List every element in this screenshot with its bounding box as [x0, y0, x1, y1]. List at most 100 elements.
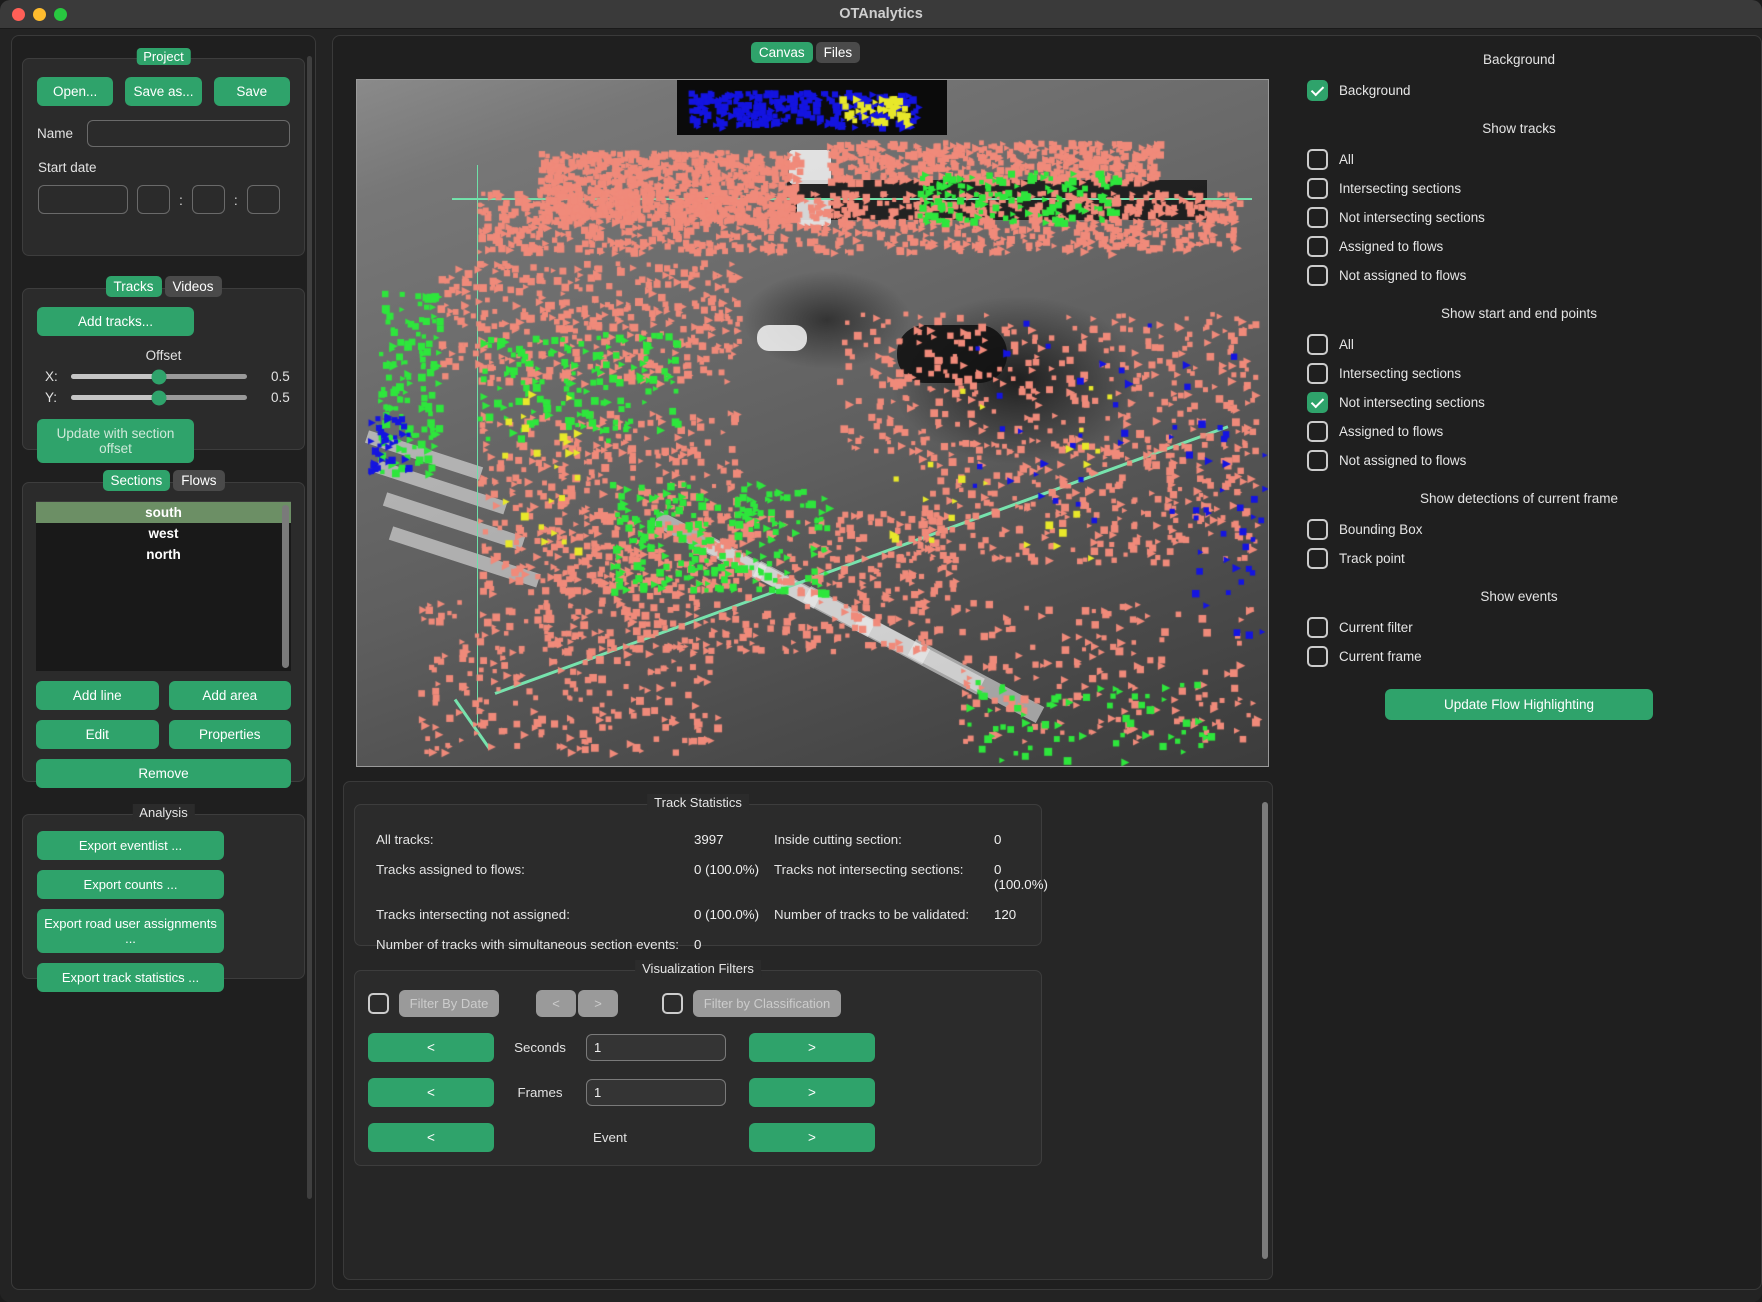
tracks-not-intersecting-checkbox[interactable] [1307, 207, 1328, 228]
checkbox-row-points-intersecting[interactable]: Intersecting sections [1285, 359, 1753, 388]
event-prev-button[interactable]: < [368, 1123, 494, 1152]
sections-list-scrollbar[interactable] [282, 505, 289, 668]
sections-list[interactable]: south west north [36, 501, 291, 671]
tab-canvas[interactable]: Canvas [751, 42, 813, 63]
filter-by-date-checkbox[interactable] [368, 993, 389, 1014]
export-counts-button[interactable]: Export counts ... [37, 870, 224, 899]
export-track-statistics-button[interactable]: Export track statistics ... [37, 963, 224, 992]
event-label: Event [494, 1130, 726, 1145]
seconds-label: Seconds [494, 1040, 586, 1055]
minimize-window-button[interactable] [33, 8, 46, 21]
frames-next-button[interactable]: > [749, 1078, 875, 1107]
filter-by-date-button[interactable]: Filter By Date [399, 990, 499, 1017]
checkbox-row-points-assigned[interactable]: Assigned to flows [1285, 417, 1753, 446]
points-not-assigned-checkbox[interactable] [1307, 450, 1328, 471]
event-next-button[interactable]: > [749, 1123, 875, 1152]
remove-button-row: Remove [23, 749, 304, 788]
date-next-button[interactable]: > [578, 990, 618, 1017]
tracks-all-checkbox[interactable] [1307, 149, 1328, 170]
checkbox-row-points-not-assigned[interactable]: Not assigned to flows [1285, 446, 1753, 475]
checkbox-row-tracks-all[interactable]: All [1285, 145, 1753, 174]
seconds-next-button[interactable]: > [749, 1033, 875, 1062]
start-date-input[interactable] [38, 185, 128, 214]
visualization-layers-panel: Background Background Show tracks All In… [1285, 44, 1753, 784]
points-assigned-checkbox[interactable] [1307, 421, 1328, 442]
background-checkbox[interactable] [1307, 80, 1328, 101]
update-with-section-offset-button[interactable]: Update with section offset [37, 419, 194, 463]
offset-x-slider[interactable] [71, 374, 247, 379]
checkbox-row-tracks-intersecting[interactable]: Intersecting sections [1285, 174, 1753, 203]
remove-button[interactable]: Remove [36, 759, 291, 788]
offset-y-label: Y: [45, 390, 61, 405]
tracks-not-assigned-checkbox[interactable] [1307, 265, 1328, 286]
frames-input[interactable]: 1 [586, 1079, 726, 1106]
filter-by-classification-button[interactable]: Filter by Classification [693, 990, 841, 1017]
left-sidebar: Project Open... Save as... Save Name Sta… [11, 35, 316, 1290]
date-prev-button[interactable]: < [536, 990, 576, 1017]
maximize-window-button[interactable] [54, 8, 67, 21]
project-name-input[interactable] [87, 120, 290, 147]
video-canvas[interactable] [356, 79, 1269, 767]
tracks-intersecting-checkbox[interactable] [1307, 178, 1328, 199]
analysis-panel-title: Analysis [132, 804, 194, 821]
tracks-assigned-checkbox[interactable] [1307, 236, 1328, 257]
points-intersecting-checkbox[interactable] [1307, 363, 1328, 384]
checkbox-row-background[interactable]: Background [1285, 76, 1753, 105]
track-point-checkbox[interactable] [1307, 548, 1328, 569]
checkbox-row-points-all[interactable]: All [1285, 330, 1753, 359]
open-button[interactable]: Open... [37, 77, 113, 106]
sections-panel: Sections Flows south west north Add line… [22, 482, 305, 782]
frames-prev-button[interactable]: < [368, 1078, 494, 1107]
list-item[interactable]: south [36, 502, 291, 523]
offset-x-slider-handle[interactable] [152, 369, 167, 384]
close-window-button[interactable] [12, 8, 25, 21]
export-road-user-assignments-button[interactable]: Export road user assignments ... [37, 909, 224, 953]
bounding-box-checkbox[interactable] [1307, 519, 1328, 540]
points-not-intersecting-checkbox[interactable] [1307, 392, 1328, 413]
add-line-button[interactable]: Add line [36, 681, 159, 710]
seconds-input[interactable]: 1 [586, 1034, 726, 1061]
offset-y-slider-handle[interactable] [152, 390, 167, 405]
current-frame-label: Current frame [1339, 649, 1422, 664]
points-all-label: All [1339, 337, 1354, 352]
start-minute-input[interactable] [192, 185, 225, 214]
save-as-button[interactable]: Save as... [125, 77, 201, 106]
current-frame-checkbox[interactable] [1307, 646, 1328, 667]
add-area-button[interactable]: Add area [169, 681, 292, 710]
stat-label: All tracks: [376, 832, 694, 847]
save-button[interactable]: Save [214, 77, 290, 106]
tracks-panel: Tracks Videos Add tracks... Offset X: 0.… [22, 288, 305, 450]
tracks-all-label: All [1339, 152, 1354, 167]
points-all-checkbox[interactable] [1307, 334, 1328, 355]
properties-button[interactable]: Properties [169, 720, 292, 749]
checkbox-row-track-point[interactable]: Track point [1285, 544, 1753, 573]
add-tracks-button[interactable]: Add tracks... [37, 307, 194, 336]
title-bar: OTAnalytics [0, 0, 1762, 29]
seconds-prev-button[interactable]: < [368, 1033, 494, 1062]
export-eventlist-button[interactable]: Export eventlist ... [37, 831, 224, 860]
start-hour-input[interactable] [137, 185, 170, 214]
checkbox-row-current-frame[interactable]: Current frame [1285, 642, 1753, 671]
checkbox-row-current-filter[interactable]: Current filter [1285, 613, 1753, 642]
checkbox-row-bounding-box[interactable]: Bounding Box [1285, 515, 1753, 544]
list-item[interactable]: north [36, 544, 291, 565]
current-filter-checkbox[interactable] [1307, 617, 1328, 638]
edit-button[interactable]: Edit [36, 720, 159, 749]
list-item[interactable]: west [36, 523, 291, 544]
offset-y-slider[interactable] [71, 395, 247, 400]
checkbox-row-tracks-assigned[interactable]: Assigned to flows [1285, 232, 1753, 261]
checkbox-row-tracks-not-intersecting[interactable]: Not intersecting sections [1285, 203, 1753, 232]
tab-sections[interactable]: Sections [102, 470, 170, 491]
checkbox-row-tracks-not-assigned[interactable]: Not assigned to flows [1285, 261, 1753, 290]
statistics-scrollbar[interactable] [1262, 802, 1268, 1259]
checkbox-row-points-not-intersecting[interactable]: Not intersecting sections [1285, 388, 1753, 417]
tab-videos[interactable]: Videos [164, 276, 221, 297]
tab-flows[interactable]: Flows [173, 470, 224, 491]
tab-tracks[interactable]: Tracks [105, 276, 161, 297]
tab-files[interactable]: Files [816, 42, 861, 63]
project-panel-title: Project [136, 48, 190, 65]
start-second-input[interactable] [247, 185, 280, 214]
filter-by-classification-checkbox[interactable] [662, 993, 683, 1014]
sidebar-scrollbar[interactable] [307, 56, 312, 1199]
update-flow-highlighting-button[interactable]: Update Flow Highlighting [1385, 689, 1653, 720]
